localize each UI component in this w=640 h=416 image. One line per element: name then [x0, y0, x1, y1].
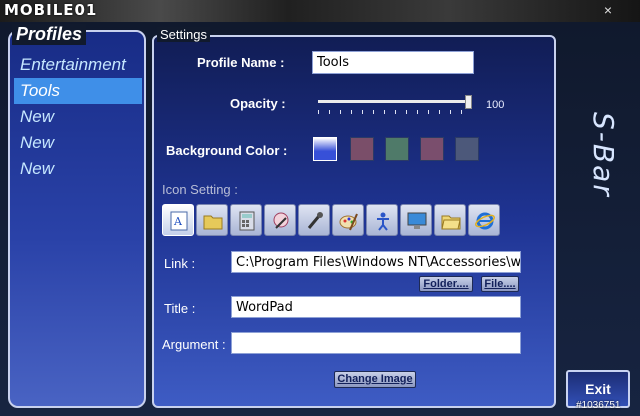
- profile-item-new-1[interactable]: New: [14, 104, 142, 130]
- settings-title: Settings: [157, 27, 210, 42]
- profile-item-entertainment[interactable]: Entertainment: [14, 52, 142, 78]
- folder-icon[interactable]: [196, 204, 228, 236]
- profile-name-label: Profile Name :: [197, 55, 285, 70]
- top-bar: MOBILE01 ×: [0, 0, 640, 22]
- argument-input[interactable]: [231, 332, 521, 354]
- title-label: Title :: [164, 301, 196, 316]
- color-swatch-1[interactable]: [313, 137, 337, 161]
- profile-item-new-2[interactable]: New: [14, 130, 142, 156]
- folder-open-icon[interactable]: [434, 204, 466, 236]
- profile-item-new-3[interactable]: New: [14, 156, 142, 182]
- change-image-button[interactable]: Change Image: [334, 371, 416, 388]
- profiles-panel: Entertainment Tools New New New: [8, 30, 146, 408]
- link-input[interactable]: C:\Program Files\Windows NT\Accessories\…: [231, 251, 521, 273]
- internet-explorer-icon[interactable]: [468, 204, 500, 236]
- title-input[interactable]: WordPad: [231, 296, 521, 318]
- background-color-label: Background Color :: [166, 143, 288, 158]
- accessibility-icon[interactable]: [366, 204, 398, 236]
- file-button[interactable]: File....: [481, 276, 519, 292]
- icon-setting-row: A: [162, 204, 500, 238]
- folder-button[interactable]: Folder....: [419, 276, 473, 292]
- argument-label: Argument :: [162, 337, 226, 352]
- microphone-icon[interactable]: [298, 204, 330, 236]
- color-swatch-2[interactable]: [350, 137, 374, 161]
- opacity-slider-track[interactable]: [318, 100, 472, 103]
- profile-item-tools[interactable]: Tools: [14, 78, 142, 104]
- link-label: Link :: [164, 256, 196, 271]
- image-id-tag: #1036751: [576, 400, 621, 411]
- paintbrush-icon[interactable]: [332, 204, 364, 236]
- profile-name-input[interactable]: Tools: [312, 51, 474, 74]
- display-icon[interactable]: [400, 204, 432, 236]
- opacity-slider-ticks: [318, 110, 472, 114]
- calculator-icon[interactable]: [230, 204, 262, 236]
- watermark-logo: MOBILE01: [4, 1, 98, 19]
- opacity-value: 100: [486, 99, 505, 111]
- paint-icon[interactable]: [264, 204, 296, 236]
- color-swatch-4[interactable]: [420, 137, 444, 161]
- profiles-title: Profiles: [12, 24, 87, 45]
- icon-setting-label: Icon Setting :: [162, 182, 238, 197]
- opacity-label: Opacity :: [230, 96, 286, 111]
- app-name-label: S-Bar: [587, 112, 620, 198]
- opacity-slider-thumb[interactable]: [465, 95, 472, 109]
- svg-text:A: A: [173, 215, 183, 228]
- wordpad-icon[interactable]: A: [162, 204, 194, 236]
- profile-list: Entertainment Tools New New New: [14, 52, 142, 182]
- color-swatch-5[interactable]: [455, 137, 479, 161]
- close-icon[interactable]: ×: [600, 2, 616, 18]
- color-swatch-3[interactable]: [385, 137, 409, 161]
